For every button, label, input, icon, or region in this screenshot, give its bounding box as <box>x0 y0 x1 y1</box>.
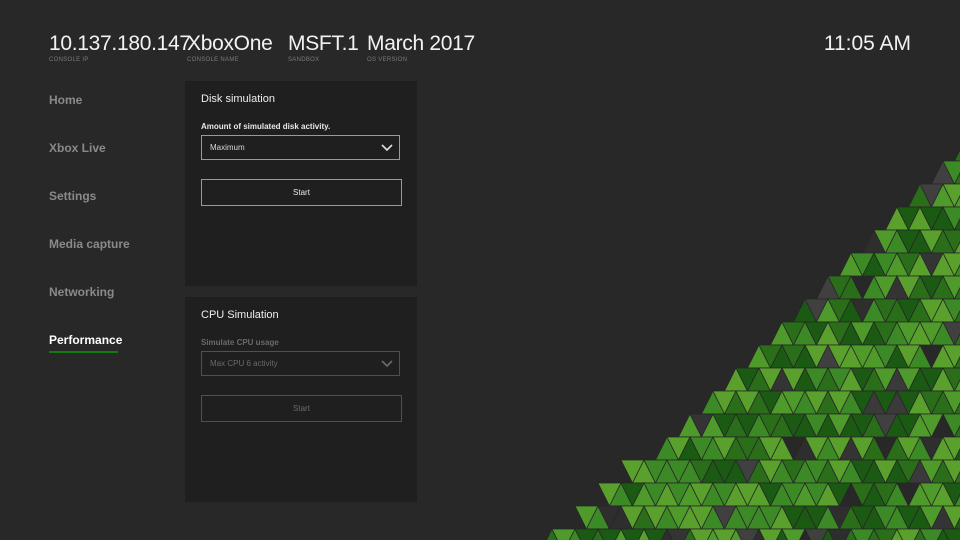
nav-item-home[interactable]: Home <box>49 90 169 138</box>
disk-activity-selected: Maximum <box>210 143 245 152</box>
cpu-simulation-panel: CPU Simulation Simulate CPU usage Max CP… <box>185 297 417 502</box>
console-ip-label: CONSOLE IP <box>49 57 89 63</box>
sandbox-info: MSFT.1 SANDBOX <box>288 32 359 64</box>
chevron-down-icon <box>381 360 393 368</box>
console-name-label: CONSOLE NAME <box>187 57 239 63</box>
disk-simulation-title: Disk simulation <box>201 93 275 105</box>
sidebar-nav: Home Xbox Live Settings Media capture Ne… <box>49 90 169 378</box>
disk-start-button[interactable]: Start <box>201 179 402 206</box>
console-name-value: XboxOne <box>187 32 273 55</box>
nav-item-settings[interactable]: Settings <box>49 186 169 234</box>
cpu-usage-dropdown[interactable]: Max CPU 6 activity <box>201 351 400 376</box>
nav-item-performance-label: Performance <box>49 333 123 347</box>
nav-item-performance[interactable]: Performance <box>49 330 169 378</box>
active-nav-indicator <box>49 351 118 353</box>
cpu-simulation-title: CPU Simulation <box>201 309 279 321</box>
sandbox-label: SANDBOX <box>288 57 320 63</box>
disk-simulation-panel: Disk simulation Amount of simulated disk… <box>185 81 417 286</box>
console-ip-value: 10.137.180.147 <box>49 32 191 55</box>
disk-activity-dropdown[interactable]: Maximum <box>201 135 400 160</box>
cpu-start-button[interactable]: Start <box>201 395 402 422</box>
os-version-label: OS VERSION <box>367 57 408 63</box>
disk-activity-label: Amount of simulated disk activity. <box>201 122 331 131</box>
os-version-value: March 2017 <box>367 32 475 55</box>
cpu-usage-selected: Max CPU 6 activity <box>210 359 278 368</box>
nav-item-xbox-live[interactable]: Xbox Live <box>49 138 169 186</box>
header-bar: 10.137.180.147 CONSOLE IP XboxOne CONSOL… <box>49 32 911 68</box>
os-version-info: March 2017 OS VERSION <box>367 32 475 64</box>
console-name-info: XboxOne CONSOLE NAME <box>187 32 273 64</box>
sandbox-value: MSFT.1 <box>288 32 359 55</box>
nav-item-media-capture[interactable]: Media capture <box>49 234 169 282</box>
cpu-usage-label: Simulate CPU usage <box>201 338 279 347</box>
clock: 11:05 AM <box>823 32 911 55</box>
background-tile <box>953 149 960 162</box>
console-ip-info: 10.137.180.147 CONSOLE IP <box>49 32 191 64</box>
nav-item-networking[interactable]: Networking <box>49 282 169 330</box>
chevron-down-icon <box>381 144 393 152</box>
